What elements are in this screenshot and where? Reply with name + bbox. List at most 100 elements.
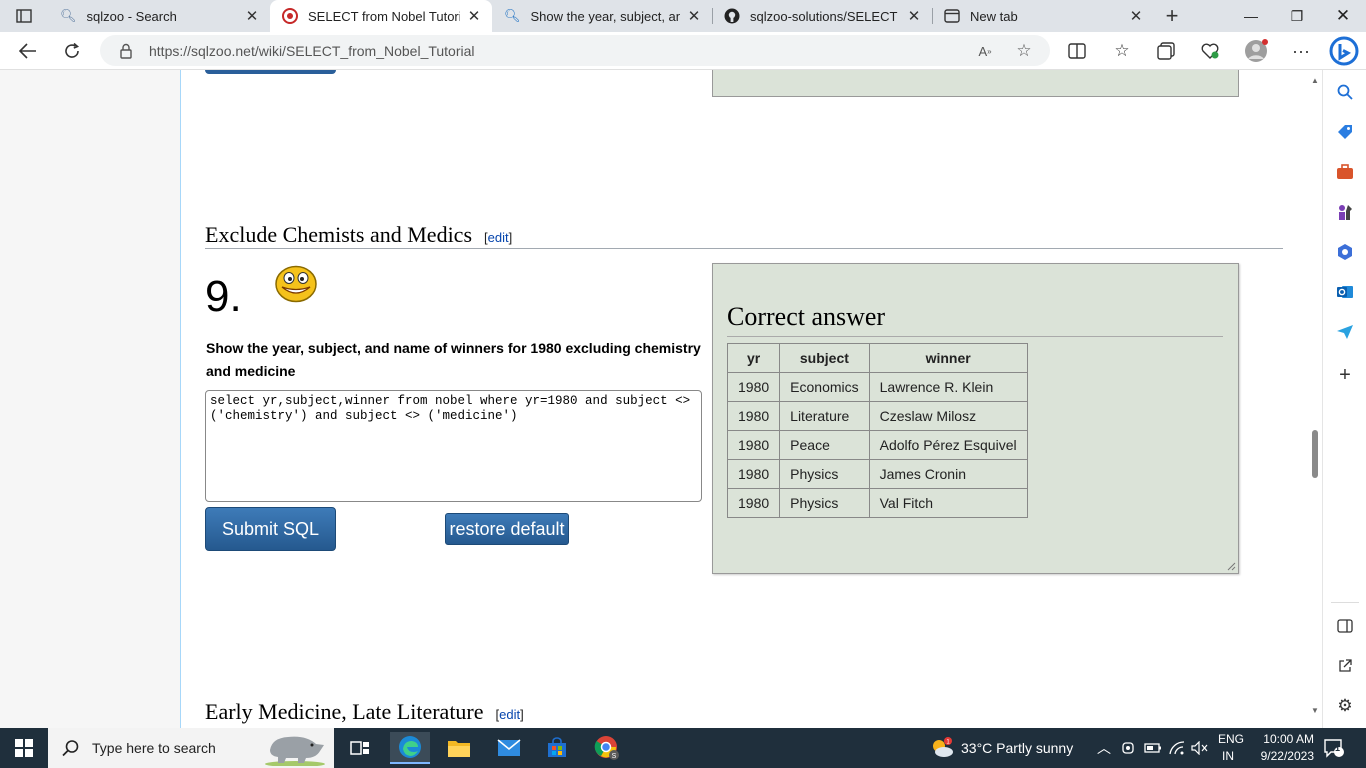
add-icon[interactable]: + <box>1335 364 1355 386</box>
battery-icon[interactable] <box>1144 728 1162 768</box>
browser-essentials-button[interactable] <box>1196 37 1224 65</box>
close-tab-icon[interactable]: ✕ <box>906 8 922 25</box>
newtab-icon <box>944 9 960 23</box>
start-button[interactable] <box>0 728 48 768</box>
search-icon: 🔍︎ <box>504 8 521 23</box>
chrome-button[interactable]: S <box>587 732 627 764</box>
file-explorer-button[interactable] <box>439 732 479 764</box>
question-number: 9. <box>205 272 242 321</box>
table-row: 1980 Literature Czeslaw Milosz <box>726 401 1028 431</box>
rhino-search-highlight-icon <box>265 736 325 766</box>
column-header: winner <box>868 343 1028 373</box>
table-row: 1980 Economics Lawrence R. Klein <box>726 372 1028 402</box>
tab-new-tab[interactable]: New tab ✕ <box>932 0 1154 32</box>
send-paper-plane-icon[interactable] <box>1335 322 1355 342</box>
gear-icon[interactable]: ⚙ <box>1335 696 1355 716</box>
outlook-icon[interactable] <box>1335 282 1355 302</box>
volume-muted-icon[interactable] <box>1191 728 1209 768</box>
external-link-icon[interactable] <box>1335 656 1355 676</box>
table-cell: James Cronin <box>868 459 1028 489</box>
tab-nobel-tutorial[interactable]: SELECT from Nobel Tutorial - SQLZoo ✕ <box>270 0 492 32</box>
copilot-button[interactable] <box>1327 34 1361 68</box>
heart-pulse-icon <box>1201 43 1219 59</box>
close-tab-icon[interactable]: ✕ <box>686 8 702 25</box>
table-cell: Literature <box>779 401 870 431</box>
mail-button[interactable] <box>489 732 529 764</box>
read-aloud-icon[interactable]: A» <box>975 41 995 61</box>
restore-window-button[interactable]: ❐ <box>1274 0 1320 32</box>
address-bar[interactable]: https://sqlzoo.net/wiki/SELECT_from_Nobe… <box>100 35 1050 66</box>
close-tab-icon[interactable]: ✕ <box>466 8 482 25</box>
hide-sidebar-icon[interactable] <box>1335 616 1355 636</box>
collections-icon <box>1157 42 1175 60</box>
notification-center-button[interactable]: 1 <box>1323 728 1345 768</box>
edit-link[interactable]: edit <box>488 230 509 245</box>
table-row: 1980 Physics Val Fitch <box>726 488 1028 518</box>
minimize-button[interactable]: — <box>1228 0 1274 32</box>
store-button[interactable] <box>537 732 577 764</box>
favorites-button[interactable]: ☆ <box>1108 37 1136 65</box>
games-chess-icon[interactable] <box>1335 202 1355 222</box>
close-tab-icon[interactable]: ✕ <box>244 8 260 25</box>
previous-submit-button[interactable] <box>205 70 336 74</box>
edit-link[interactable]: edit <box>499 707 520 722</box>
favorite-star-icon[interactable]: ☆ <box>1014 41 1034 61</box>
scroll-up-icon[interactable]: ▲ <box>1310 76 1320 86</box>
meet-now-icon[interactable] <box>1121 728 1137 768</box>
sqlzoo-icon <box>282 8 298 24</box>
table-cell: Val Fitch <box>868 488 1028 518</box>
search-icon[interactable] <box>1335 82 1355 102</box>
chrome-icon: S <box>594 736 619 760</box>
back-button[interactable] <box>14 37 42 65</box>
scroll-down-icon[interactable]: ▼ <box>1310 706 1320 716</box>
refresh-button[interactable] <box>58 37 86 65</box>
close-tab-icon[interactable]: ✕ <box>1128 8 1144 25</box>
tab-actions-button[interactable] <box>6 4 42 28</box>
close-window-button[interactable]: ✕ <box>1320 0 1366 32</box>
refresh-icon <box>65 42 80 58</box>
windows-logo-icon <box>15 739 33 757</box>
wifi-icon[interactable] <box>1168 728 1186 768</box>
tab-sqlzoo-search[interactable]: 🔍︎ sqlzoo - Search ✕ <box>48 0 270 32</box>
show-hidden-icons-button[interactable]: ︿ <box>1097 728 1111 768</box>
answer-divider <box>727 336 1223 337</box>
svg-text:S: S <box>612 753 617 760</box>
tools-briefcase-icon[interactable] <box>1335 162 1355 182</box>
microsoft-365-icon[interactable] <box>1335 242 1355 262</box>
task-view-icon <box>350 741 369 755</box>
table-cell: 1980 <box>726 401 781 431</box>
plus-icon: + <box>1165 3 1179 28</box>
profile-button[interactable] <box>1242 37 1270 65</box>
column-header: subject <box>779 343 870 373</box>
sql-editor[interactable]: select yr,subject,winner from nobel wher… <box>205 390 702 502</box>
new-tab-button[interactable]: + <box>1158 3 1186 28</box>
url-text[interactable]: https://sqlzoo.net/wiki/SELECT_from_Nobe… <box>149 43 475 59</box>
tab-github-solutions[interactable]: sqlzoo-solutions/SELECT - nobel ✕ <box>712 0 932 32</box>
more-icon: ··· <box>1292 40 1310 61</box>
close-icon: ✕ <box>1335 6 1351 25</box>
search-icon: 🔍︎ <box>60 8 77 23</box>
tab-show-the-year[interactable]: 🔍︎ Show the year, subject, and name ✕ <box>492 0 712 32</box>
scroll-thumb[interactable] <box>1312 430 1318 478</box>
split-screen-button[interactable] <box>1063 37 1091 65</box>
mail-icon <box>497 739 521 756</box>
search-icon <box>62 740 79 757</box>
resize-grip-icon[interactable] <box>1227 562 1236 571</box>
edge-taskbar-button[interactable] <box>390 732 430 764</box>
table-cell: 1980 <box>726 459 781 489</box>
page-scrollbar[interactable]: ▲ ▼ <box>1308 70 1322 728</box>
taskbar-search[interactable]: Type here to search <box>48 728 334 768</box>
submit-sql-button[interactable]: Submit SQL <box>205 507 336 551</box>
shopping-tag-icon[interactable] <box>1335 122 1355 142</box>
clock-time: 10:00 AM <box>1263 732 1314 746</box>
clock[interactable]: 10:00 AM 9/22/2023 <box>1250 731 1314 765</box>
collections-button[interactable] <box>1152 37 1180 65</box>
table-row: 1980 Peace Adolfo Pérez Esquivel <box>726 430 1028 460</box>
restore-default-button[interactable]: restore default <box>445 513 569 545</box>
settings-more-button[interactable]: ··· <box>1287 37 1315 65</box>
input-language-indicator[interactable]: ENG IN <box>1218 731 1244 765</box>
table-header-row: yr subject winner <box>726 343 1028 373</box>
weather-widget[interactable]: 1 33°C Partly sunny <box>929 728 1073 768</box>
web-page: Exclude Chemists and Medics [edit] 9. Sho… <box>0 70 1308 728</box>
task-view-button[interactable] <box>340 732 380 764</box>
